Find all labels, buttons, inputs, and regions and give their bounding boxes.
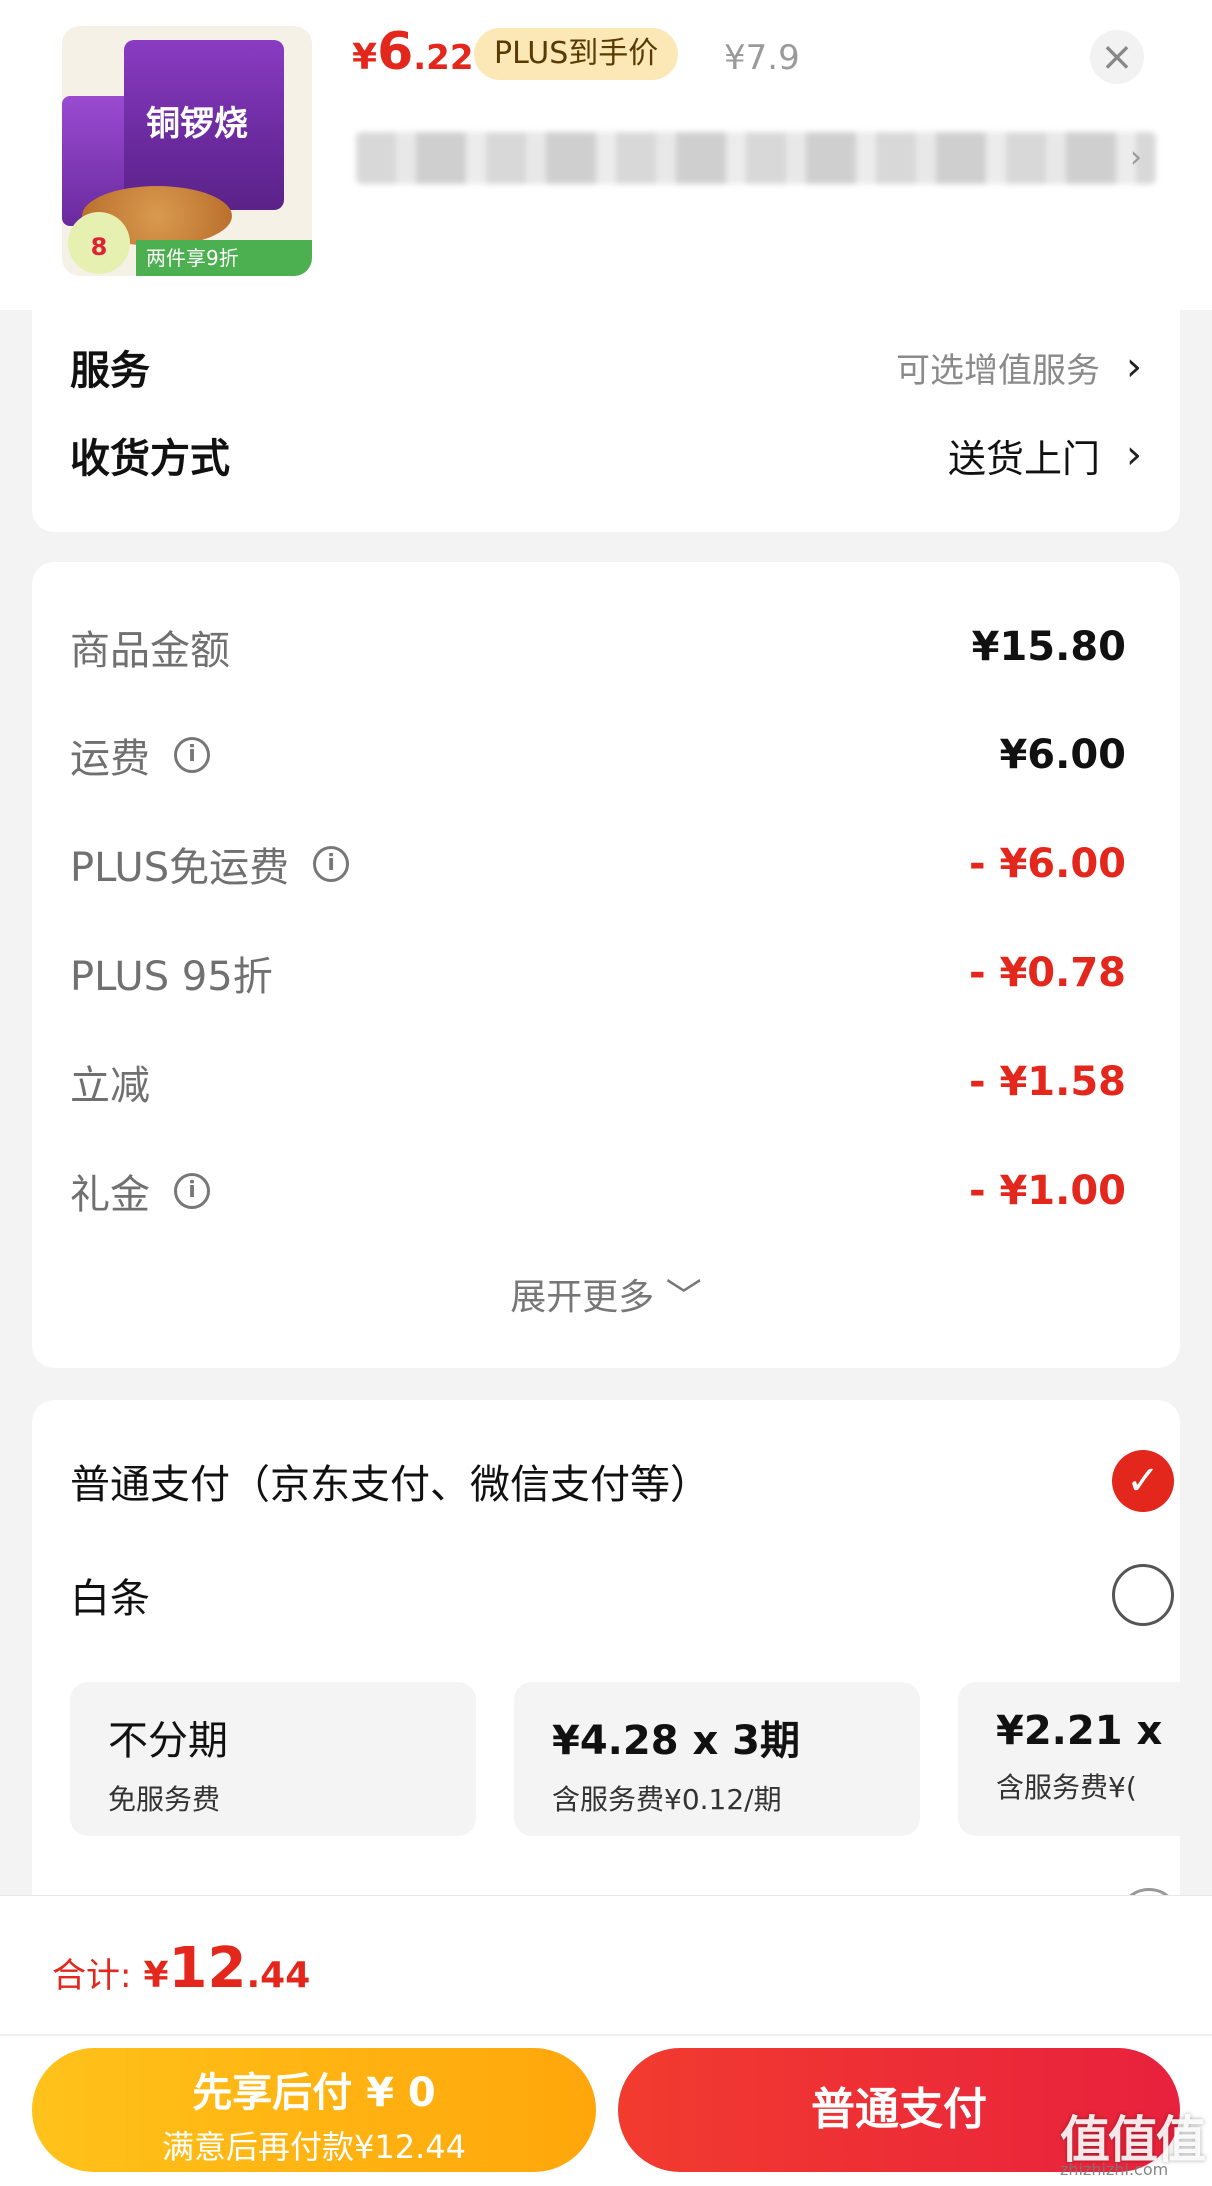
chevron-right-icon: › [1130,140,1142,175]
original-price: ¥7.9 [724,38,800,78]
amount-row-instant-off: 立减 - ¥1.58 [70,1053,1126,1111]
amount-row-gift-money: 礼金 i - ¥1.00 [70,1162,1126,1220]
amount-card: 商品金额 ¥15.80 运费 i ¥6.00 PLUS免运费 i - ¥6.00… [32,562,1180,1368]
payment-label: 普通支付（京东支付、微信支付等） [70,1462,710,1508]
payment-option-normal[interactable]: 普通支付（京东支付、微信支付等） ✓ [70,1450,1174,1512]
product-title-blurred[interactable] [356,132,1156,184]
amount-value: - ¥6.00 [968,841,1126,887]
delivery-value: 送货上门 [947,436,1100,481]
total-currency: ¥ [143,1955,169,1996]
close-button[interactable]: × [1090,30,1144,84]
plus-price-tag: PLUS到手价 [474,28,679,80]
price-decimal: .22 [413,38,474,78]
delivery-label: 收货方式 [70,436,230,482]
pay-later-subtitle: 满意后再付款¥12.44 [162,2128,466,2166]
amount-value: - ¥1.58 [968,1059,1126,1105]
installment-sub: 含服务费¥( [996,1771,1137,1804]
amount-label: PLUS免运费 [70,845,290,891]
service-card: 服务 可选增值服务 › 收货方式 送货上门 › [32,300,1180,532]
current-price: ¥ 6 .22 [352,22,473,82]
amount-value: - ¥0.78 [968,950,1126,996]
amount-value: ¥6.00 [999,732,1126,778]
total-decimal: .44 [246,1955,311,1996]
checkout-bar: 合计: ¥ 12 .44 先享后付 ¥ 0 满意后再付款¥12.44 普通支付 [0,1895,1212,2186]
delivery-row[interactable]: 收货方式 送货上门 › [70,426,1142,484]
payment-label: 白条 [70,1576,150,1622]
amount-value: - ¥1.00 [968,1168,1126,1214]
amount-row-plus-free-shipping: PLUS免运费 i - ¥6.00 [70,835,1126,893]
amount-row-shipping: 运费 i ¥6.00 [70,726,1126,784]
divider [0,2034,1212,2036]
installment-title: 不分期 [108,1718,228,1764]
installment-sub: 免服务费 [108,1783,221,1816]
info-icon[interactable]: i [313,846,350,882]
payment-option-baitiao[interactable]: 白条 [70,1564,1174,1626]
installment-option[interactable]: ¥2.21 x 含服务费¥( [958,1682,1180,1836]
amount-label: 礼金 [70,1172,150,1218]
service-value: 可选增值服务 [896,350,1100,391]
thumbnail-title: 铜锣烧 [146,104,248,144]
info-icon[interactable]: i [174,1173,210,1209]
service-label: 服务 [70,348,150,394]
chevron-right-icon: › [1126,432,1142,478]
installment-title: ¥2.21 x [996,1708,1163,1754]
total-integer: 12 [168,1936,247,2001]
check-icon[interactable]: ✓ [1112,1450,1174,1512]
expand-more-link[interactable]: 展开更多 ﹀ [32,1268,1180,1320]
installment-option[interactable]: 不分期 免服务费 [70,1682,476,1836]
amount-label: 立减 [70,1063,150,1109]
site-watermark-url: zhizhizhi.com [1060,2160,1169,2179]
info-icon[interactable]: i [174,737,210,773]
amount-value: ¥15.80 [971,624,1126,670]
service-row[interactable]: 服务 可选增值服务 › [70,338,1142,396]
product-header: 铜锣烧 8 两件享9折 ¥ 6 .22 PLUS到手价 ¥7.9 × › [0,0,1212,310]
amount-label: PLUS 95折 [70,954,273,1000]
amount-row-plus-discount: PLUS 95折 - ¥0.78 [70,944,1126,1002]
pay-later-title: 先享后付 ¥ 0 [192,2070,436,2116]
payment-card: 普通支付（京东支付、微信支付等） ✓ 白条 不分期 免服务费 ¥4.28 x 3… [32,1400,1180,1920]
chevron-right-icon: › [1126,344,1142,390]
installment-sub: 含服务费¥0.12/期 [552,1783,782,1816]
product-thumbnail[interactable]: 铜锣烧 8 两件享9折 [62,26,312,276]
total-amount: 合计: ¥ 12 .44 [52,1936,310,2001]
thumbnail-promo: 两件享9折 [136,240,312,276]
close-icon: × [1100,34,1134,80]
amount-label: 运费 [70,736,150,782]
price-integer: 6 [377,22,414,82]
thumbnail-badge: 8 [68,212,130,274]
installment-options: 不分期 免服务费 ¥4.28 x 3期 含服务费¥0.12/期 ¥2.21 x … [70,1682,1180,1838]
amount-label: 商品金额 [70,628,230,674]
amount-row-goods: 商品金额 ¥15.80 [70,618,1126,676]
installment-option[interactable]: ¥4.28 x 3期 含服务费¥0.12/期 [514,1682,920,1836]
radio-button[interactable] [1112,1564,1174,1626]
total-label: 合计: [52,1956,132,1996]
installment-title: ¥4.28 x 3期 [552,1718,801,1764]
price-currency: ¥ [352,37,378,78]
pay-later-button[interactable]: 先享后付 ¥ 0 满意后再付款¥12.44 [32,2048,596,2172]
